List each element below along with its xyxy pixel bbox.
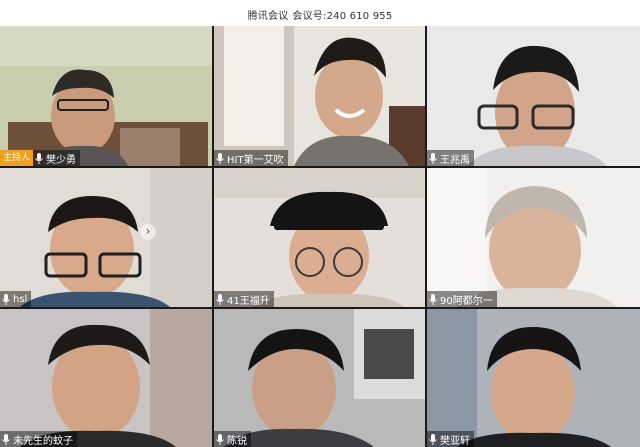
participant-name: 樊亚轩 — [440, 435, 470, 447]
video-feed — [427, 309, 640, 447]
participant-nameplate: 41王福升 — [214, 291, 274, 307]
participant-name: 樊少勇 — [46, 154, 77, 166]
video-tile-1[interactable]: 主持人 樊少勇 — [0, 26, 212, 166]
participant-name-wrap: 陈锐 — [214, 431, 251, 447]
participant-name: 41王福升 — [227, 295, 270, 307]
microphone-icon — [216, 433, 224, 445]
meeting-title: 腾讯会议 会议号:240 610 955 — [0, 7, 640, 22]
next-page-button[interactable]: › — [140, 224, 156, 240]
microphone-icon — [429, 433, 437, 445]
participant-name-wrap: 樊亚轩 — [427, 431, 474, 447]
video-tile-9[interactable]: 樊亚轩 — [427, 309, 640, 447]
video-tile-2[interactable]: HIT第一艾吹 — [214, 26, 425, 166]
participant-name-wrap: 王兆禹 — [427, 150, 474, 166]
participant-nameplate: 未先生的蚊子 — [0, 431, 77, 447]
participant-name-wrap: 未先生的蚊子 — [0, 431, 77, 447]
video-feed — [0, 168, 212, 307]
video-feed — [0, 309, 212, 447]
video-tile-7[interactable]: 未先生的蚊子 — [0, 309, 212, 447]
participant-nameplate: 90阿都尔一 — [427, 291, 497, 307]
host-badge: 主持人 — [0, 150, 34, 166]
participant-name-wrap: HIT第一艾吹 — [214, 150, 288, 166]
microphone-icon — [216, 293, 224, 305]
video-tile-4[interactable]: › hsl — [0, 168, 212, 307]
video-tile-5[interactable]: 41王福升 — [214, 168, 425, 307]
participant-nameplate: HIT第一艾吹 — [214, 150, 288, 166]
participant-name: 陈锐 — [227, 435, 247, 447]
meeting-id: 240 610 955 — [326, 11, 393, 22]
video-feed — [427, 168, 640, 307]
participant-name: 90阿都尔一 — [440, 295, 493, 307]
meeting-id-label: 会议号: — [292, 11, 327, 22]
video-grid: 主持人 樊少勇 HIT第一艾吹 王兆禹 › hsl 41王福升 90阿都尔一 未… — [0, 26, 640, 447]
participant-nameplate: 陈锐 — [214, 431, 251, 447]
participant-name-wrap: 樊少勇 — [33, 150, 81, 166]
video-tile-6[interactable]: 90阿都尔一 — [427, 168, 640, 307]
participant-name-wrap: 90阿都尔一 — [427, 291, 497, 307]
video-tile-3[interactable]: 王兆禹 — [427, 26, 640, 166]
participant-name-wrap: 41王福升 — [214, 291, 274, 307]
video-feed — [0, 26, 212, 166]
microphone-icon — [429, 293, 437, 305]
title-bar: 腾讯会议 会议号:240 610 955 — [0, 0, 640, 26]
video-feed — [214, 26, 425, 166]
app-name: 腾讯会议 — [247, 11, 289, 22]
participant-nameplate: 王兆禹 — [427, 150, 474, 166]
microphone-icon — [216, 152, 224, 164]
participant-name: HIT第一艾吹 — [227, 154, 284, 166]
participant-name: hsl — [13, 293, 28, 305]
participant-nameplate: hsl — [0, 291, 32, 307]
video-feed — [214, 309, 425, 447]
microphone-icon — [35, 152, 43, 164]
microphone-icon — [429, 152, 437, 164]
microphone-icon — [2, 433, 10, 445]
participant-name: 未先生的蚊子 — [13, 435, 73, 447]
participant-name: 王兆禹 — [440, 154, 470, 166]
participant-nameplate: 樊亚轩 — [427, 431, 474, 447]
participant-nameplate: 主持人 樊少勇 — [0, 150, 81, 166]
video-feed — [214, 168, 425, 307]
microphone-icon — [2, 293, 10, 305]
participant-name-wrap: hsl — [0, 291, 32, 307]
video-tile-8[interactable]: 陈锐 — [214, 309, 425, 447]
video-feed — [427, 26, 640, 166]
